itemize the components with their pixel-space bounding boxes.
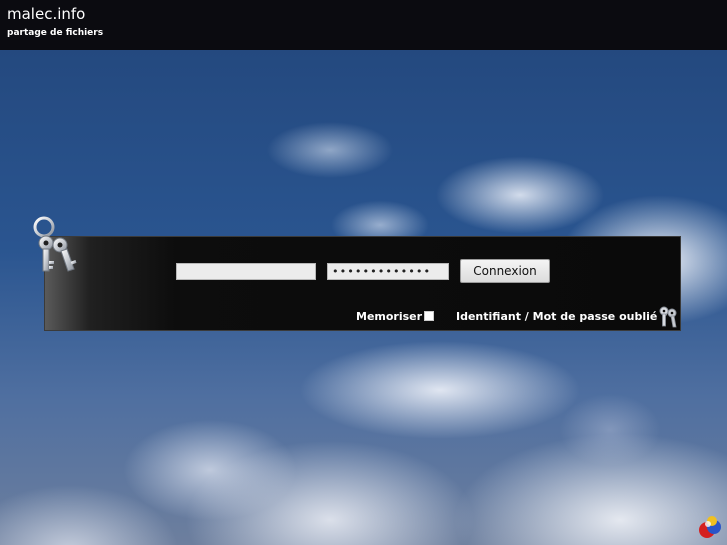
site-subtitle: partage de fichiers	[7, 28, 104, 38]
page: malec.info partage de fichiers Connexion…	[0, 0, 727, 545]
forgot-credentials-link[interactable]: Identifiant / Mot de passe oublié ?	[456, 310, 668, 323]
logo-icon	[699, 516, 721, 538]
keys-small-icon[interactable]	[657, 305, 679, 329]
site-title[interactable]: malec.info	[7, 5, 85, 23]
header-bar: malec.info partage de fichiers	[0, 0, 727, 50]
connexion-button[interactable]: Connexion	[460, 259, 550, 283]
remember-checkbox[interactable]	[424, 311, 434, 321]
password-input[interactable]	[327, 263, 449, 280]
keys-icon	[33, 216, 77, 272]
remember-label: Memoriser	[356, 310, 423, 323]
username-input[interactable]	[176, 263, 316, 280]
